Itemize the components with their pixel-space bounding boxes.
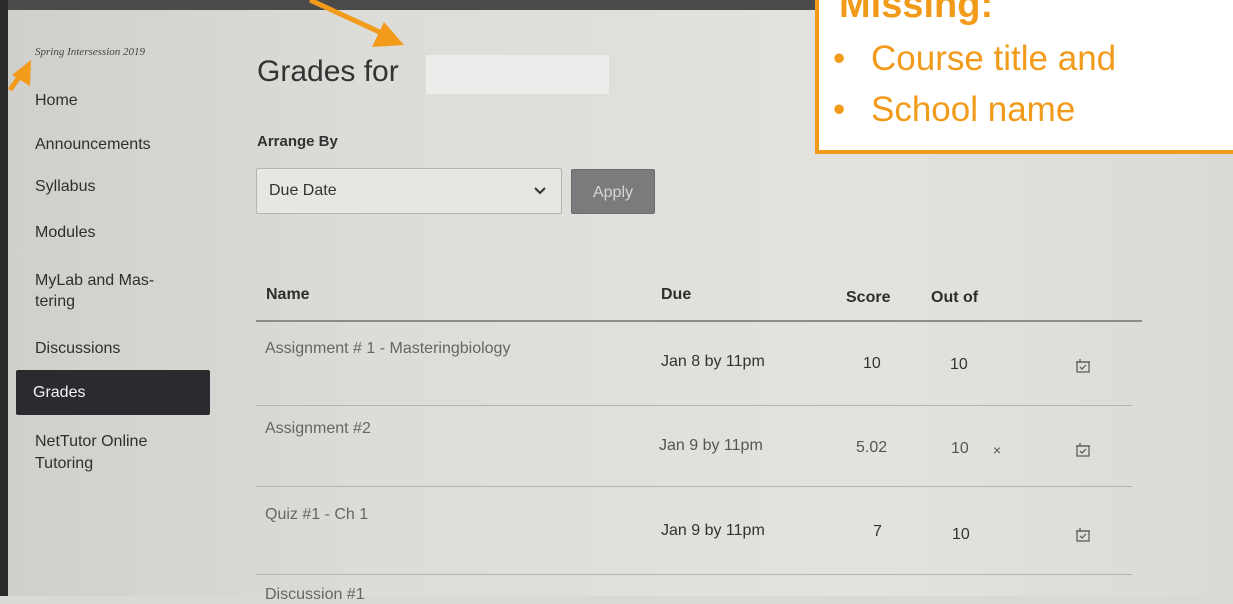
callout-item: • Course title and [833, 39, 1117, 78]
callout-title: Missing: [839, 0, 994, 26]
missing-callout: Missing: • Course title and • School name [815, 0, 1233, 154]
callout-item: • School name [833, 90, 1076, 129]
